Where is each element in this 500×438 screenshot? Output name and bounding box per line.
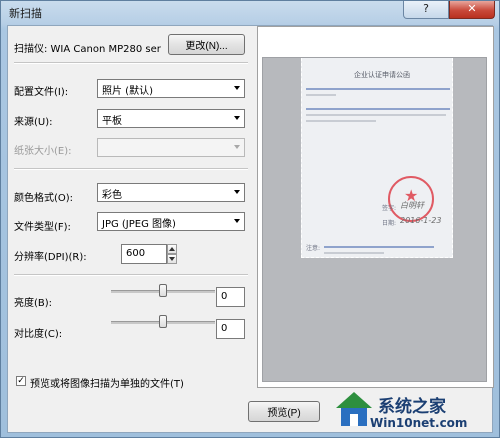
- color-format-value: 彩色: [102, 190, 122, 201]
- chevron-down-icon: [234, 219, 240, 223]
- preview-button[interactable]: 预览(P): [248, 401, 320, 422]
- profile-dropdown[interactable]: 照片 (默认): [97, 79, 245, 98]
- resolution-spin-up[interactable]: [167, 244, 177, 254]
- date-label: 日期:: [382, 220, 397, 227]
- file-type-dropdown[interactable]: JPG (JPEG 图像): [97, 212, 245, 231]
- document-text-line: [306, 120, 376, 122]
- close-button[interactable]: ✕: [449, 1, 495, 19]
- chevron-down-icon: [234, 190, 240, 194]
- window-title: 新扫描: [9, 7, 42, 20]
- house-logo-icon: [336, 392, 372, 426]
- document-text-line: [324, 252, 384, 254]
- site-watermark: 系统之家 Win10net.com: [334, 388, 498, 436]
- resolution-spin-down[interactable]: [167, 254, 177, 264]
- paper-size-label: 纸张大小(E):: [14, 146, 72, 157]
- source-value: 平板: [102, 116, 122, 127]
- color-format-label: 颜色格式(O):: [14, 193, 74, 204]
- document-text-line: [306, 94, 336, 96]
- document-text-line: [306, 114, 446, 116]
- source-dropdown[interactable]: 平板: [97, 109, 245, 128]
- scanner-bed-preview: 企业认证申请公函 ★ 签字: 白明轩 日期: 2016-1-23 注意:: [262, 57, 487, 382]
- preview-pane: 企业认证申请公函 ★ 签字: 白明轩 日期: 2016-1-23 注意:: [257, 26, 494, 388]
- help-button[interactable]: ?: [403, 1, 449, 19]
- watermark-site: Win10net.com: [370, 416, 468, 430]
- file-type-value: JPG (JPEG 图像): [102, 219, 176, 230]
- document-text-line: [324, 246, 434, 248]
- signature: 白明轩: [400, 201, 424, 210]
- separator: [14, 274, 248, 276]
- watermark-brand: 系统之家: [378, 397, 446, 417]
- document-title: 企业认证申请公函: [354, 71, 410, 79]
- profile-value: 照片 (默认): [102, 86, 153, 97]
- document-text-line: [306, 88, 450, 90]
- change-scanner-button[interactable]: 更改(N)...: [168, 34, 245, 55]
- chevron-down-icon: [234, 116, 240, 120]
- source-label: 来源(U):: [14, 117, 53, 128]
- document-text-line: [306, 108, 450, 110]
- contrast-input[interactable]: 0: [216, 319, 245, 339]
- separator: [14, 168, 248, 170]
- paper-size-dropdown: [97, 138, 245, 157]
- scanned-document: 企业认证申请公函 ★ 签字: 白明轩 日期: 2016-1-23 注意:: [301, 58, 453, 258]
- resolution-label: 分辨率(DPI)(R):: [14, 252, 87, 263]
- resolution-input[interactable]: 600: [121, 244, 167, 264]
- separate-files-checkbox[interactable]: ✓: [16, 376, 26, 386]
- title-bar[interactable]: 新扫描 ? ✕: [1, 1, 499, 23]
- contrast-slider-thumb[interactable]: [159, 315, 167, 328]
- scanner-label: 扫描仪: WIA Canon MP280 ser: [14, 44, 161, 55]
- brightness-label: 亮度(B):: [14, 298, 53, 309]
- note-label: 注意:: [306, 245, 321, 252]
- separator: [14, 62, 248, 64]
- separate-files-label: 预览或将图像扫描为单独的文件(T): [30, 379, 184, 390]
- color-format-dropdown[interactable]: 彩色: [97, 183, 245, 202]
- dialog-body: 扫描仪: WIA Canon MP280 ser 更改(N)... 配置文件(I…: [7, 25, 494, 433]
- sign-label: 签字:: [382, 205, 397, 212]
- scan-dialog-window: 新扫描 ? ✕ 扫描仪: WIA Canon MP280 ser 更改(N)..…: [0, 0, 500, 438]
- brightness-input[interactable]: 0: [216, 287, 245, 307]
- brightness-slider-thumb[interactable]: [159, 284, 167, 297]
- chevron-down-icon: [234, 145, 240, 149]
- profile-label: 配置文件(I):: [14, 87, 69, 98]
- file-type-label: 文件类型(F):: [14, 222, 71, 233]
- contrast-label: 对比度(C):: [14, 329, 63, 340]
- chevron-down-icon: [234, 86, 240, 90]
- signed-date: 2016-1-23: [400, 216, 442, 225]
